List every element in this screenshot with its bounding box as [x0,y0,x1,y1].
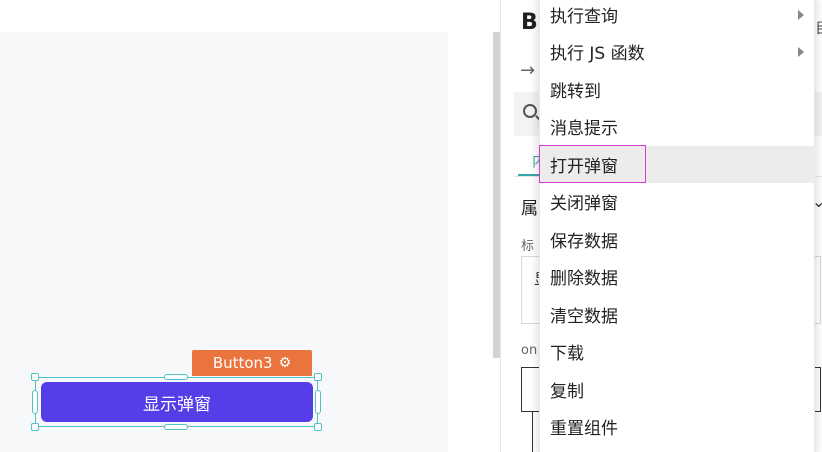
resize-handle-bottom-right[interactable] [314,423,322,431]
resize-handle-left[interactable] [32,390,38,414]
menu-item-label: 删除数据 [550,269,618,289]
menu-item-label: 关闭弹窗 [550,194,618,214]
menu-item-label: 保存数据 [550,232,618,252]
menu-item-label: 执行 JS 函数 [550,44,645,64]
menu-item-label: 下载 [550,344,584,364]
menu-item-label: 复制 [550,382,584,402]
menu-item-navigate[interactable]: 跳转到 [540,71,816,108]
panel-title-edge: 㠯 [815,18,822,38]
arrow-right-icon[interactable]: → [520,60,535,81]
resize-handle-top-left[interactable] [31,373,39,381]
search-icon [523,104,537,118]
menu-item-reset-widget[interactable]: 重置组件 [540,408,816,445]
resize-handle-top-right[interactable] [314,373,322,381]
menu-item-label: 打开弹窗 [550,157,618,177]
field-label-title: 标 [521,239,535,254]
widget-name-tag[interactable]: Button3 ⚙ [192,350,312,376]
menu-item-close-modal[interactable]: 关闭弹窗 [540,183,816,220]
menu-item-label: 重置组件 [550,419,618,439]
menu-item-label: 清空数据 [550,307,618,327]
menu-item-run-query[interactable]: 执行查询 [540,0,816,33]
menu-item-label: 跳转到 [550,82,601,102]
menu-item-message[interactable]: 消息提示 [540,108,816,145]
menu-item-run-js[interactable]: 执行 JS 函数 [540,33,816,70]
show-modal-button[interactable]: 显示弹窗 [41,382,313,422]
field-label-onclick: on [521,343,538,358]
menu-item-delete-data[interactable]: 删除数据 [540,258,816,295]
menu-item-label: 消息提示 [550,119,618,139]
chevron-right-icon [798,9,804,20]
resize-handle-top[interactable] [164,374,188,380]
widget-name-label: Button3 [212,354,273,372]
menu-item-open-modal[interactable]: 打开弹窗 [540,146,816,183]
section-heading[interactable]: 属 [521,194,538,219]
menu-item-copy[interactable]: 复制 [540,371,816,408]
resize-handle-bottom-left[interactable] [31,423,39,431]
action-menu: 执行查询 执行 JS 函数 跳转到 消息提示 打开弹窗 关闭弹窗 保存数据 删除… [539,0,816,452]
menu-item-save-data[interactable]: 保存数据 [540,221,816,258]
menu-item-clear-data[interactable]: 清空数据 [540,296,816,333]
panel-divider [500,0,501,452]
resize-handle-right[interactable] [315,390,321,414]
menu-item-label: 执行查询 [550,7,618,27]
resize-handle-bottom[interactable] [164,424,188,430]
app-root: Button3 ⚙ 显示弹窗 Bu 㠯 → 内 属 ⌄ 标 显 on 执行查询 … [0,0,822,452]
menu-item-download[interactable]: 下载 [540,333,816,370]
chevron-right-icon [798,46,804,57]
gear-icon[interactable]: ⚙ [279,356,292,370]
